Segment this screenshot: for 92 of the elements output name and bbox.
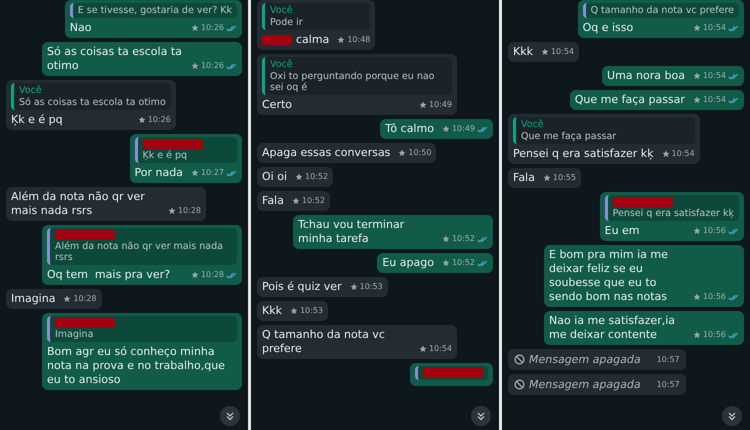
message-text: Pensei q era satisfazer kķ <box>513 147 654 161</box>
message-text: Nao ia me satisfazer,ia me deixar contente <box>549 314 676 342</box>
quoted-message[interactable]: Você Oxi to perguntando porque eu nao sei oq é <box>262 57 452 95</box>
quote-text: Só as coisas ta escola ta otimo <box>19 97 166 108</box>
quoted-message[interactable]: E se tivesse, gostaria de ver? Kk <box>70 3 237 18</box>
message-text: Apaga essas conversas <box>262 146 390 160</box>
message-text: Kkk <box>513 45 533 59</box>
message-time: 10:56 <box>702 291 726 303</box>
message-text: Tchau vou terminar minha tarefa <box>298 218 406 246</box>
message-text: Por nada <box>134 166 183 180</box>
message-text: Eu apago <box>382 256 434 270</box>
quote-author: Você <box>521 119 545 130</box>
message-time: 10:49 <box>452 123 475 135</box>
message-text: Uma nora boa <box>607 69 685 83</box>
message-time: 10:52 <box>302 195 325 207</box>
quoted-message[interactable]: Você Pode ir <box>262 3 370 30</box>
deleted-icon <box>514 379 525 390</box>
message-time: 10:26 <box>200 60 224 72</box>
message-time: 10:28 <box>200 269 224 281</box>
chevron-down-icon <box>475 410 487 422</box>
message-time: 10:26 <box>200 22 224 34</box>
message-text: Além da nota não qr ver mais nada rsrs <box>11 190 146 218</box>
message-time: 10:55 <box>552 172 576 184</box>
message-text: Oq tem mais pra ver? <box>47 268 170 282</box>
message-text: Bom agr eu só conheço minha nota na prova e no trabalho,que eu to ansioso <box>47 345 226 387</box>
quote-author: Você <box>270 59 294 70</box>
chevron-down-icon <box>726 410 738 422</box>
message-text: Certo <box>262 98 292 112</box>
message-text: Eu em <box>604 224 640 238</box>
chevron-down-icon <box>224 410 236 422</box>
quoted-message[interactable]: Você Só as coisas ta escola ta otimo <box>11 83 171 110</box>
scroll-down-button[interactable] <box>220 406 240 426</box>
message-text: Fala <box>262 194 284 208</box>
scroll-down-button[interactable] <box>471 406 491 426</box>
message-text: Que me faça passar <box>574 93 685 107</box>
quoted-message[interactable]: Ķk e é pq <box>134 137 237 163</box>
quote-text: Imagina <box>55 329 94 340</box>
quote-text: Q tamanho da nota vc prefere <box>590 5 734 16</box>
quote-text: E se tivesse, gostaria de ver? Kk <box>78 5 232 16</box>
message-text: Mensagem apagada <box>529 378 641 391</box>
message-time: 10:50 <box>408 147 432 159</box>
message-time: 10:54 <box>702 70 726 82</box>
quote-text: Além da nota não qr ver mais nada rsrs <box>55 241 224 263</box>
message-text: Oq e isso <box>582 21 634 35</box>
message-time: 10:27 <box>200 167 224 179</box>
quote-text: Ķk e é pq <box>142 150 188 161</box>
message-time: 10:26 <box>148 114 171 126</box>
message-text: Ķk e é pq <box>11 113 63 127</box>
message-time: 10:56 <box>702 225 726 237</box>
message-time: 10:54 <box>550 46 574 58</box>
message-text: Nao <box>70 21 92 35</box>
message-time: 10:56 <box>702 329 726 341</box>
message-text: Pois é quiz ver <box>262 280 342 294</box>
message-time: 10:49 <box>428 99 452 111</box>
quote-text: Que me faça passar <box>521 131 618 142</box>
message-time: 10:28 <box>73 293 97 305</box>
quoted-message[interactable]: Imagina <box>47 316 237 342</box>
message-text: Q tamanho da nota vc prefere <box>262 328 386 356</box>
message-time: 10:57 <box>656 355 680 364</box>
message-time: 10:52 <box>452 257 475 269</box>
message-text: Tô calmo <box>385 122 434 136</box>
quote-text: Pode ir <box>270 17 304 28</box>
message-time: 10:52 <box>305 171 328 183</box>
message-text: E bom pra mim ia me deixar feliz se eu soubesse que eu to sendo bom nas notas <box>549 248 669 304</box>
quoted-message[interactable]: Pensei q era satisfazer kķ <box>604 195 739 221</box>
message-time: 10:57 <box>656 380 680 389</box>
message-text: Fala <box>513 171 535 185</box>
message-time: 10:53 <box>360 281 383 293</box>
message-text: Imagina <box>11 292 56 306</box>
message-text: calma <box>296 33 330 47</box>
message-time: 10:54 <box>428 343 452 355</box>
quote-text: Oxi to perguntando porque eu nao sei oq é <box>270 71 436 93</box>
message-text: Mensagem apagada <box>529 353 641 366</box>
quoted-message[interactable] <box>415 366 488 380</box>
quote-author: Você <box>270 5 294 16</box>
message-time: 10:54 <box>702 94 726 106</box>
scroll-down-button[interactable] <box>722 406 742 426</box>
message-text: Oi oi <box>262 170 287 184</box>
quoted-message[interactable]: Q tamanho da nota vc prefere <box>582 3 739 18</box>
deleted-icon <box>514 354 525 365</box>
message-time: 10:28 <box>178 205 201 217</box>
message-time: 10:48 <box>347 34 370 46</box>
message-time: 10:53 <box>300 305 324 317</box>
quote-text: Pensei q era satisfazer kķ <box>612 208 734 219</box>
message-text: Só as coisas ta escola ta otimo <box>47 45 183 73</box>
quoted-message[interactable]: Você Que me faça passar <box>513 117 695 144</box>
message-text: Kkk <box>262 304 282 318</box>
quoted-message[interactable]: Além da nota não qr ver mais nada rsrs <box>47 228 237 265</box>
message-time: 10:54 <box>702 22 726 34</box>
message-time: 10:52 <box>452 233 475 245</box>
message-time: 10:54 <box>672 148 695 160</box>
quote-author: Você <box>19 85 43 96</box>
